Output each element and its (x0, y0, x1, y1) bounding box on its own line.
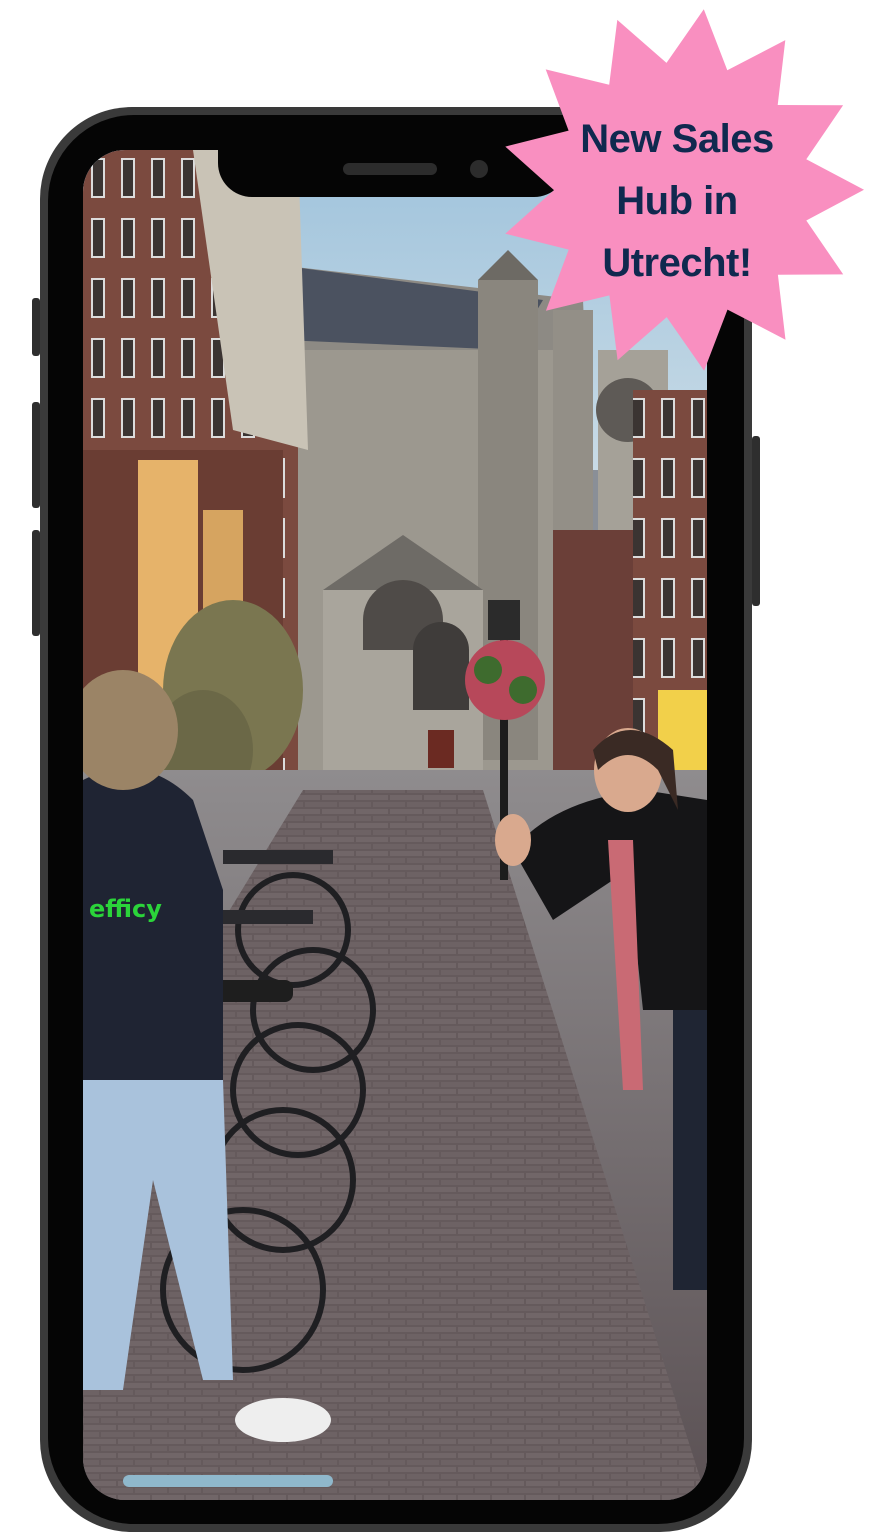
volume-down-button (32, 530, 40, 636)
front-camera (470, 160, 488, 178)
badge-line-3: Utrecht! (602, 241, 752, 285)
badge-headline: New Sales Hub in Utrecht! (532, 108, 822, 294)
badge-line-2: Hub in (616, 179, 738, 223)
badge-line-1: New Sales (580, 117, 774, 161)
mute-switch (32, 298, 40, 356)
sweatshirt-logo: efficy (89, 895, 162, 923)
power-button (752, 436, 760, 606)
speaker-grille (343, 163, 437, 175)
volume-up-button (32, 402, 40, 508)
